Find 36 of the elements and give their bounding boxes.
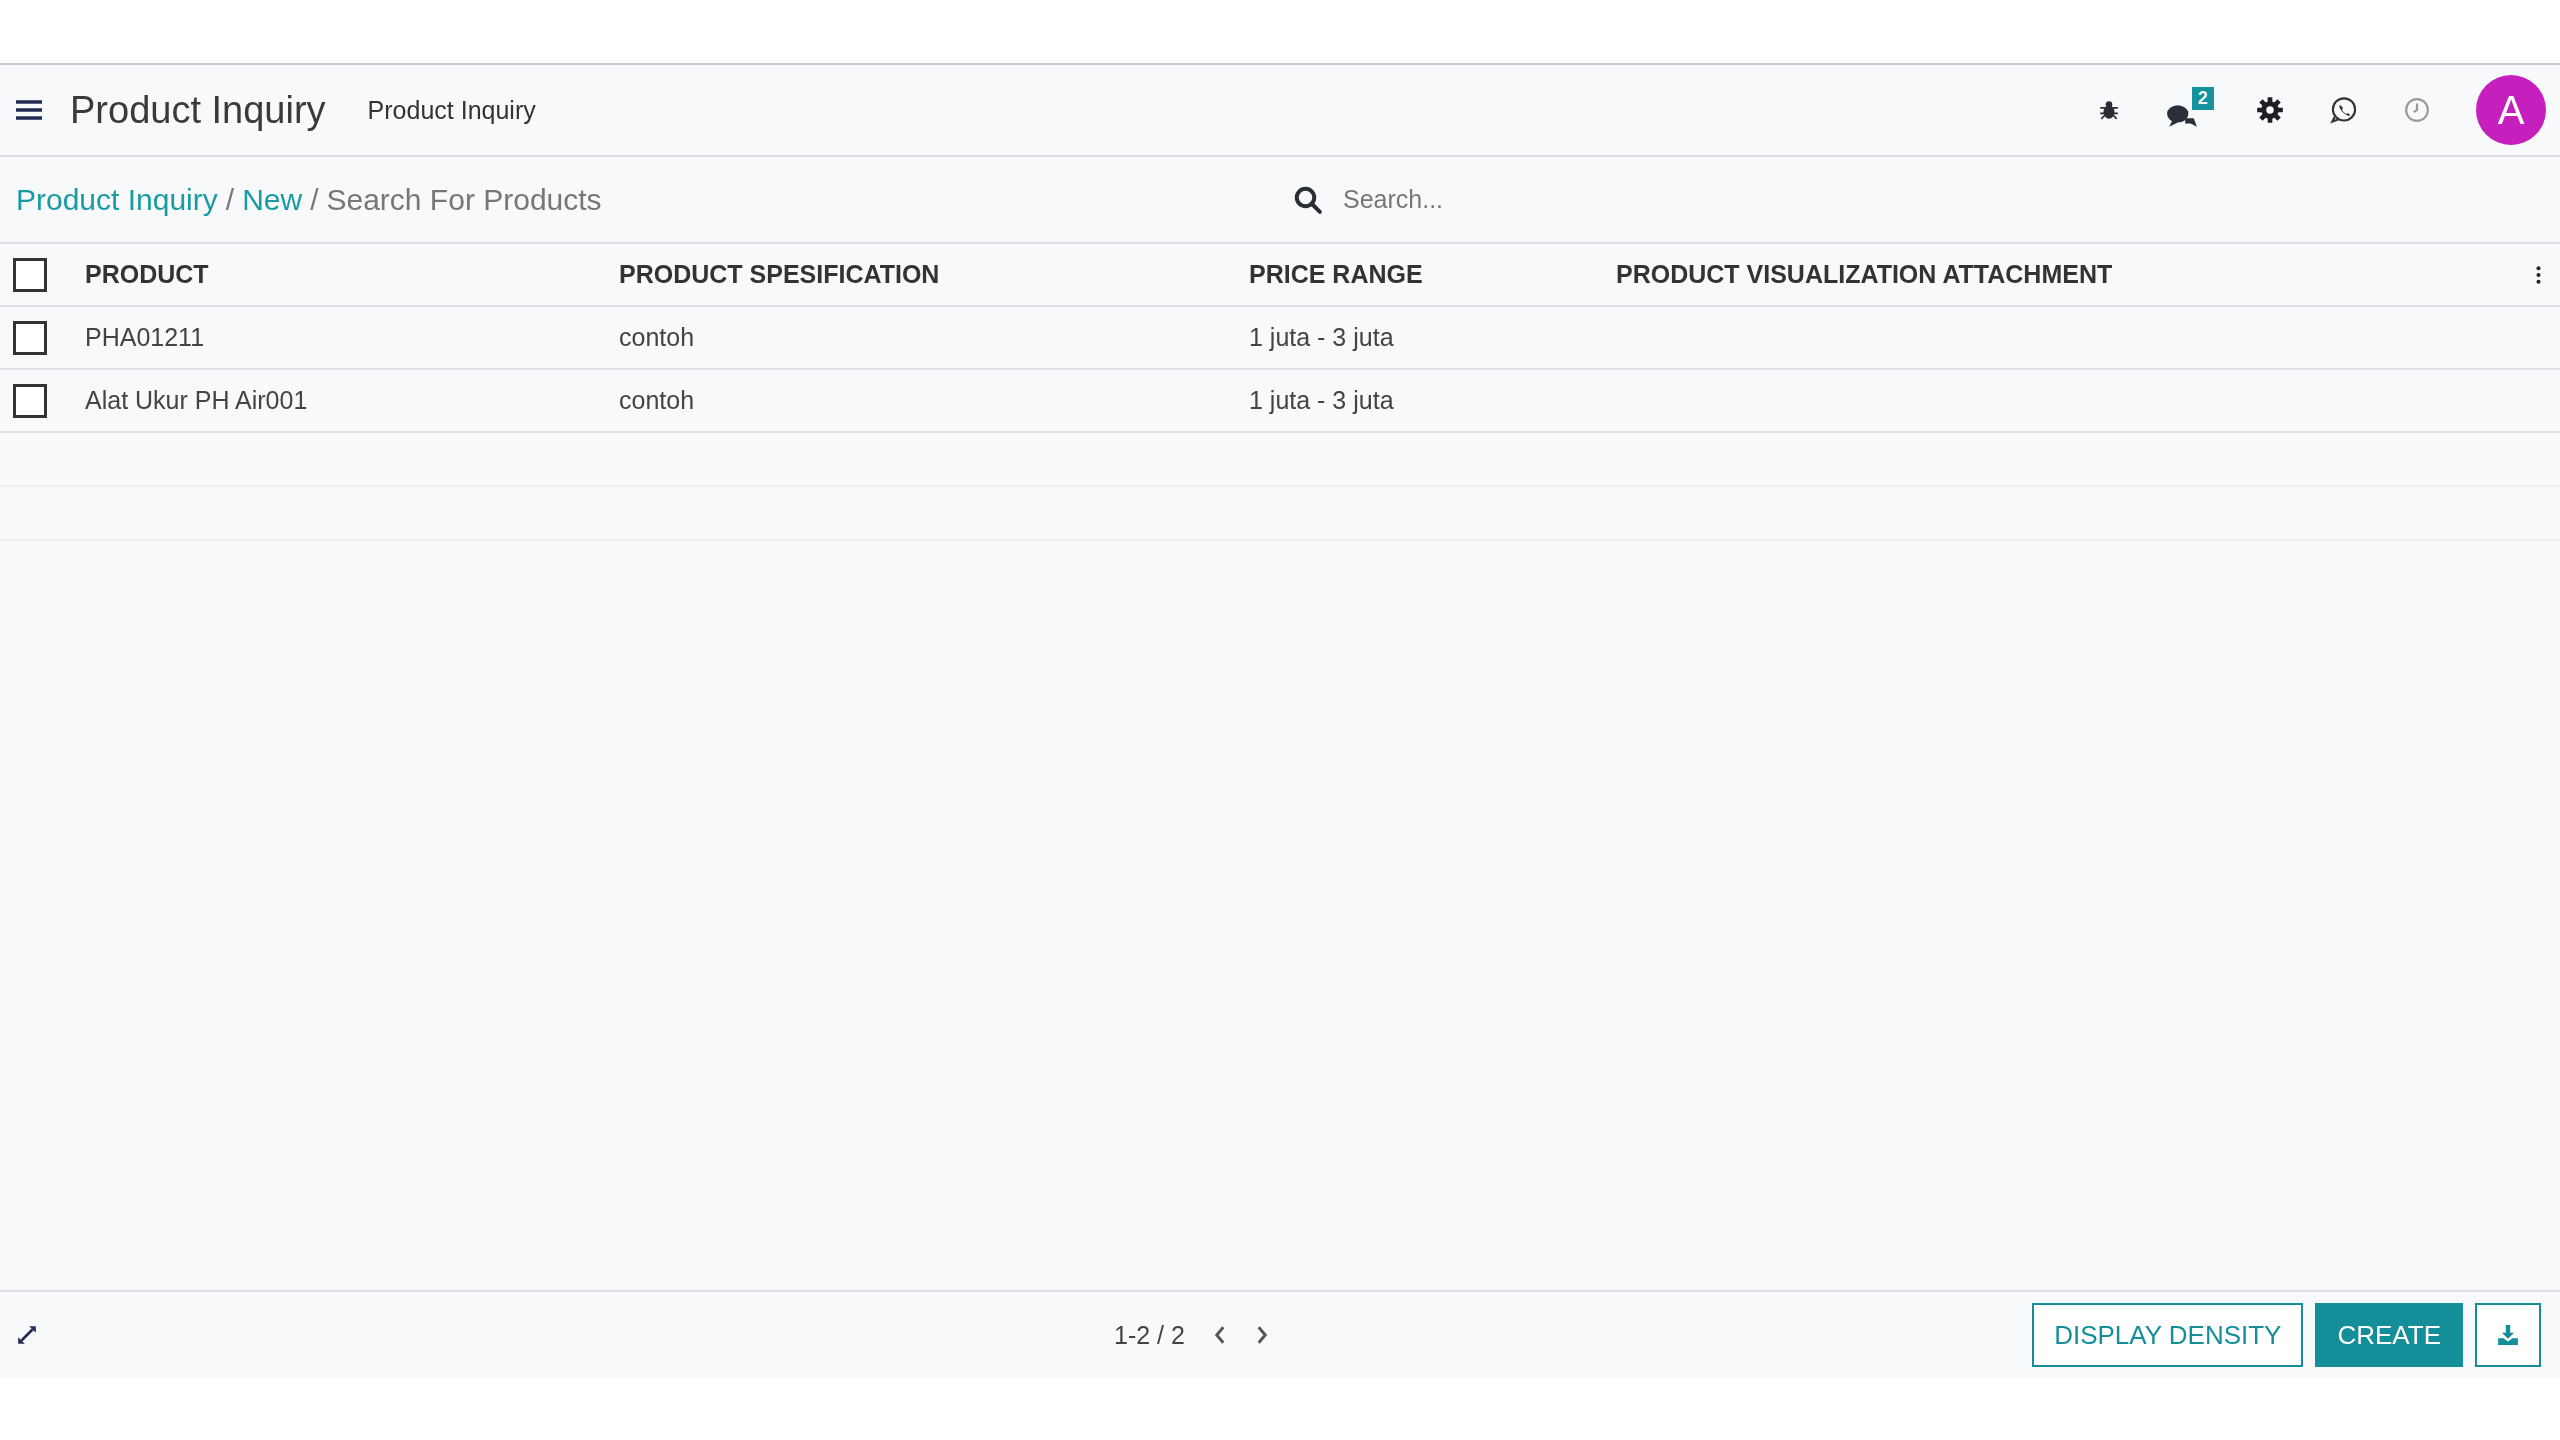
settings-icon[interactable] <box>2256 96 2284 124</box>
message-count-badge: 2 <box>2192 87 2214 110</box>
chat-icon[interactable] <box>2166 103 2198 129</box>
table-cell: 1 juta - 3 juta <box>1249 386 1394 415</box>
search-field[interactable]: Search... <box>1341 184 1945 215</box>
more-options-icon[interactable] <box>2536 265 2541 284</box>
table-cell: contoh <box>619 386 695 415</box>
previous-page-icon[interactable] <box>1212 1324 1227 1346</box>
checkbox[interactable] <box>13 383 47 418</box>
column-header[interactable]: PRODUCT <box>85 260 209 289</box>
table-cell: contoh <box>619 323 695 352</box>
checkbox[interactable] <box>13 320 47 355</box>
table-cell: 1 juta - 3 juta <box>1249 323 1394 352</box>
pager-count: 1-2 / 2 <box>1114 1320 1185 1350</box>
column-header[interactable]: PRODUCT VISUALIZATION ATTACHMENT <box>1616 260 2113 289</box>
clock-icon[interactable] <box>2404 97 2430 123</box>
menu-icon[interactable] <box>16 99 42 121</box>
bug-icon[interactable] <box>2098 99 2120 121</box>
app-title: Product Inquiry <box>70 88 326 132</box>
checkbox[interactable] <box>13 257 47 292</box>
create-button[interactable]: CREATE <box>2315 1303 2463 1367</box>
table-cell: PHA01211 <box>85 323 205 352</box>
breadcrumb-separator: / <box>225 182 235 217</box>
column-header[interactable]: PRODUCT SPESIFICATION <box>619 260 940 289</box>
expand-icon[interactable] <box>16 1324 38 1346</box>
column-header[interactable]: PRICE RANGE <box>1249 260 1423 289</box>
search-icon[interactable] <box>1293 184 1323 215</box>
download-button[interactable] <box>2475 1303 2541 1367</box>
download-icon[interactable] <box>2497 1324 2519 1346</box>
breadcrumb-current: Search For Products <box>326 182 602 217</box>
display-density-button[interactable]: DISPLAY DENSITY <box>2032 1303 2304 1367</box>
user-avatar[interactable]: A <box>2476 75 2546 145</box>
table-cell: Alat Ukur PH Air001 <box>85 386 308 415</box>
breadcrumb-separator: / <box>310 182 319 217</box>
phone-chat-icon[interactable] <box>2330 96 2358 124</box>
menu-item[interactable]: Product Inquiry <box>367 95 536 125</box>
